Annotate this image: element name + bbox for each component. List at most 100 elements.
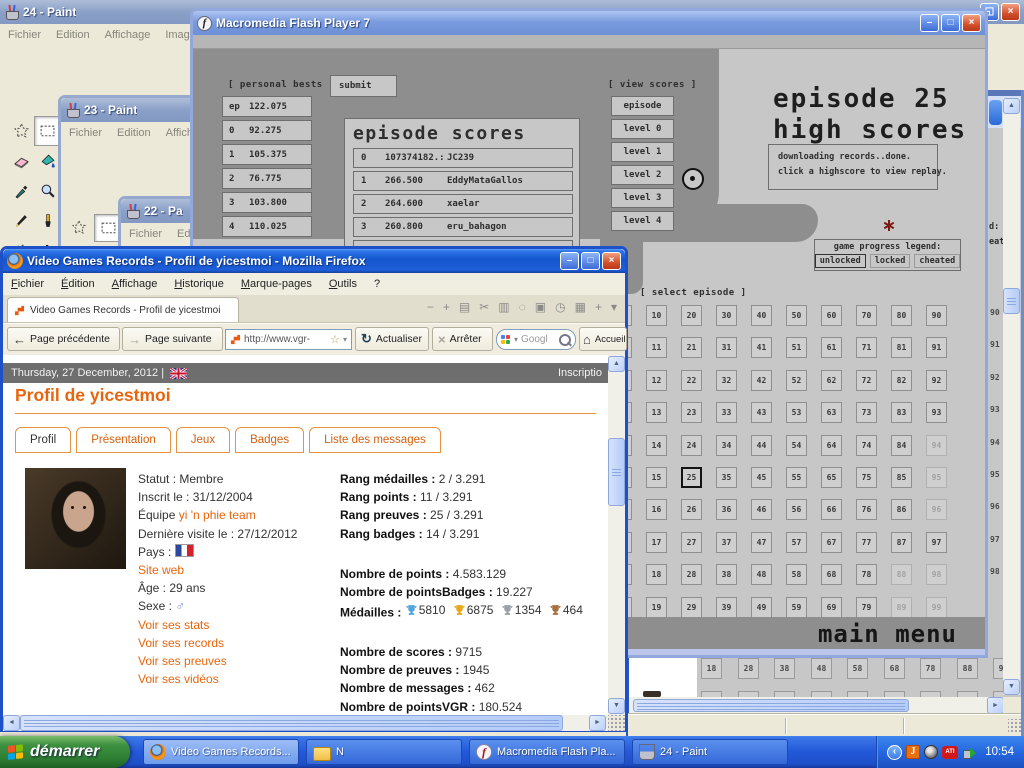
home-button[interactable]: ⌂ Accueil bbox=[579, 327, 627, 351]
episode-cell-23[interactable]: 23 bbox=[681, 402, 702, 423]
episode-cell-19[interactable]: 19 bbox=[646, 597, 667, 618]
personal-best-row[interactable]: ep 122.075 bbox=[222, 96, 312, 117]
scrollbar-thumb[interactable] bbox=[1003, 288, 1020, 314]
inscription-link[interactable]: Inscriptio bbox=[558, 367, 602, 379]
search-dropdown-icon[interactable]: ▾ bbox=[514, 335, 518, 344]
profile-tab[interactable]: Liste des messages bbox=[309, 427, 441, 453]
add-icon[interactable]: + bbox=[595, 300, 602, 314]
menu-item[interactable]: Fichier bbox=[129, 228, 162, 240]
score-row[interactable]: 1 266.500 EddyMataGallos bbox=[353, 171, 573, 191]
episode-cell-72[interactable]: 72 bbox=[856, 370, 877, 391]
episode-cell-24[interactable]: 24 bbox=[681, 435, 702, 456]
taskbar-task[interactable]: N bbox=[306, 739, 462, 765]
uk-flag-icon[interactable] bbox=[170, 367, 188, 379]
episode-cell-95[interactable]: 95 bbox=[926, 467, 947, 488]
firefox-vertical-scrollbar[interactable] bbox=[608, 355, 625, 715]
episode-cell-81[interactable]: 81 bbox=[891, 337, 912, 358]
episode-cell-77[interactable]: 77 bbox=[856, 532, 877, 553]
episode-cell-68[interactable]: 68 bbox=[821, 564, 842, 585]
episode-cell-60[interactable]: 60 bbox=[821, 305, 842, 326]
episode-cell-82[interactable]: 82 bbox=[891, 370, 912, 391]
episode-cell-99[interactable]: 99 bbox=[926, 597, 947, 618]
episode-cell-27[interactable]: 27 bbox=[681, 532, 702, 553]
resize-grip[interactable] bbox=[608, 715, 625, 731]
menu-item[interactable]: Affichage bbox=[112, 278, 158, 290]
bg-vertical-scrollbar[interactable] bbox=[1003, 98, 1020, 695]
episode-cell-15[interactable]: 15 bbox=[646, 467, 667, 488]
score-row[interactable]: 3 260.800 eru_bahagon bbox=[353, 217, 573, 237]
legend-item[interactable]: unlocked bbox=[814, 254, 866, 268]
episode-cell-44[interactable]: 44 bbox=[751, 435, 772, 456]
close-button[interactable]: × bbox=[1001, 3, 1020, 21]
freeform-select-tool-icon[interactable] bbox=[67, 216, 91, 240]
episode-cell-56[interactable]: 56 bbox=[786, 499, 807, 520]
personal-best-row[interactable]: 0 92.275 bbox=[222, 120, 312, 141]
profile-tab[interactable]: Profil bbox=[15, 427, 72, 453]
episode-cell-39[interactable]: 39 bbox=[716, 597, 737, 618]
personal-best-row[interactable]: 1 105.375 bbox=[222, 144, 312, 165]
episode-cell-10[interactable]: 10 bbox=[646, 305, 667, 326]
main-menu-button[interactable]: main menu bbox=[818, 620, 957, 648]
episode-cell-25[interactable]: 25 bbox=[681, 467, 702, 488]
episode-cell-48[interactable]: 48 bbox=[751, 564, 772, 585]
episode-cell-52[interactable]: 52 bbox=[786, 370, 807, 391]
episode-cell-42[interactable]: 42 bbox=[751, 370, 772, 391]
episode-cell-96[interactable]: 96 bbox=[926, 499, 947, 520]
episode-cell-12[interactable]: 12 bbox=[646, 370, 667, 391]
view-scores-button[interactable]: episode bbox=[611, 96, 674, 116]
episode-cell-14[interactable]: 14 bbox=[646, 435, 667, 456]
episode-cell-78[interactable]: 78 bbox=[856, 564, 877, 585]
episode-cell-22[interactable]: 22 bbox=[681, 370, 702, 391]
legend-item[interactable]: cheated bbox=[914, 254, 961, 268]
episode-cell-31[interactable]: 31 bbox=[716, 337, 737, 358]
episode-cell-37[interactable]: 37 bbox=[716, 532, 737, 553]
brush-tool-icon[interactable] bbox=[34, 206, 60, 236]
episode-cell-17[interactable]: 17 bbox=[646, 532, 667, 553]
episode-cell-73[interactable]: 73 bbox=[856, 402, 877, 423]
episode-cell-74[interactable]: 74 bbox=[856, 435, 877, 456]
search-magnifier-icon[interactable] bbox=[559, 333, 571, 346]
score-row[interactable]: 0 107374182.: JC239 bbox=[353, 148, 573, 168]
stop-button[interactable]: × Arrêter bbox=[432, 327, 493, 351]
episode-cell-61[interactable]: 61 bbox=[821, 337, 842, 358]
episode-cell-29[interactable]: 29 bbox=[681, 597, 702, 618]
episode-cell-36[interactable]: 36 bbox=[716, 499, 737, 520]
forward-button[interactable]: → Page suivante bbox=[122, 327, 223, 351]
url-dropdown-icon[interactable]: ▾ bbox=[343, 335, 347, 344]
episode-cell-79[interactable]: 79 bbox=[856, 597, 877, 618]
episode-cell-63[interactable]: 63 bbox=[821, 402, 842, 423]
episode-cell-33[interactable]: 33 bbox=[716, 402, 737, 423]
submit-button[interactable]: submit bbox=[330, 75, 397, 97]
scroll-right-button[interactable]: ► bbox=[987, 697, 1004, 714]
scroll-up-button[interactable]: ▲ bbox=[608, 356, 625, 372]
print-icon[interactable]: ▦ bbox=[575, 300, 586, 314]
profile-link[interactable]: Voir ses stats bbox=[138, 618, 209, 632]
flash-titlebar[interactable]: f Macromedia Flash Player 7 – □ × bbox=[193, 11, 985, 35]
freeform-select-tool-icon[interactable] bbox=[8, 116, 34, 146]
menu-item[interactable]: Fichier bbox=[8, 29, 41, 41]
episode-cell-32[interactable]: 32 bbox=[716, 370, 737, 391]
minimize-button[interactable]: – bbox=[920, 14, 939, 32]
episode-cell-91[interactable]: 91 bbox=[926, 337, 947, 358]
overflow-icon[interactable]: ▾ bbox=[611, 300, 617, 314]
history-icon[interactable]: ◷ bbox=[555, 300, 565, 314]
episode-cell-16[interactable]: 16 bbox=[646, 499, 667, 520]
menu-item[interactable]: Affichage bbox=[105, 29, 151, 41]
view-scores-button[interactable]: level 2 bbox=[611, 165, 674, 185]
remove-tab-icon[interactable]: − bbox=[427, 300, 434, 314]
episode-cell-66[interactable]: 66 bbox=[821, 499, 842, 520]
episode-cell-38[interactable]: 38 bbox=[716, 564, 737, 585]
close-button[interactable]: × bbox=[602, 252, 621, 270]
magnifier-tool-icon[interactable] bbox=[34, 176, 60, 206]
episode-cell-35[interactable]: 35 bbox=[716, 467, 737, 488]
profile-link[interactable]: Voir ses records bbox=[138, 636, 224, 650]
url-bar[interactable]: http://www.vgr- ☆ ▾ bbox=[225, 329, 352, 350]
personal-best-row[interactable]: 3 103.800 bbox=[222, 192, 312, 213]
scroll-right-button[interactable]: ► bbox=[589, 715, 606, 731]
hide-icons-chevron-icon[interactable]: ‹ bbox=[887, 744, 902, 760]
episode-cell-50[interactable]: 50 bbox=[786, 305, 807, 326]
score-row[interactable]: 2 264.600 xaelar bbox=[353, 194, 573, 214]
search-box[interactable]: ▾ Googl bbox=[496, 329, 576, 350]
episode-cell-55[interactable]: 55 bbox=[786, 467, 807, 488]
scroll-up-button[interactable]: ▲ bbox=[1003, 98, 1020, 114]
